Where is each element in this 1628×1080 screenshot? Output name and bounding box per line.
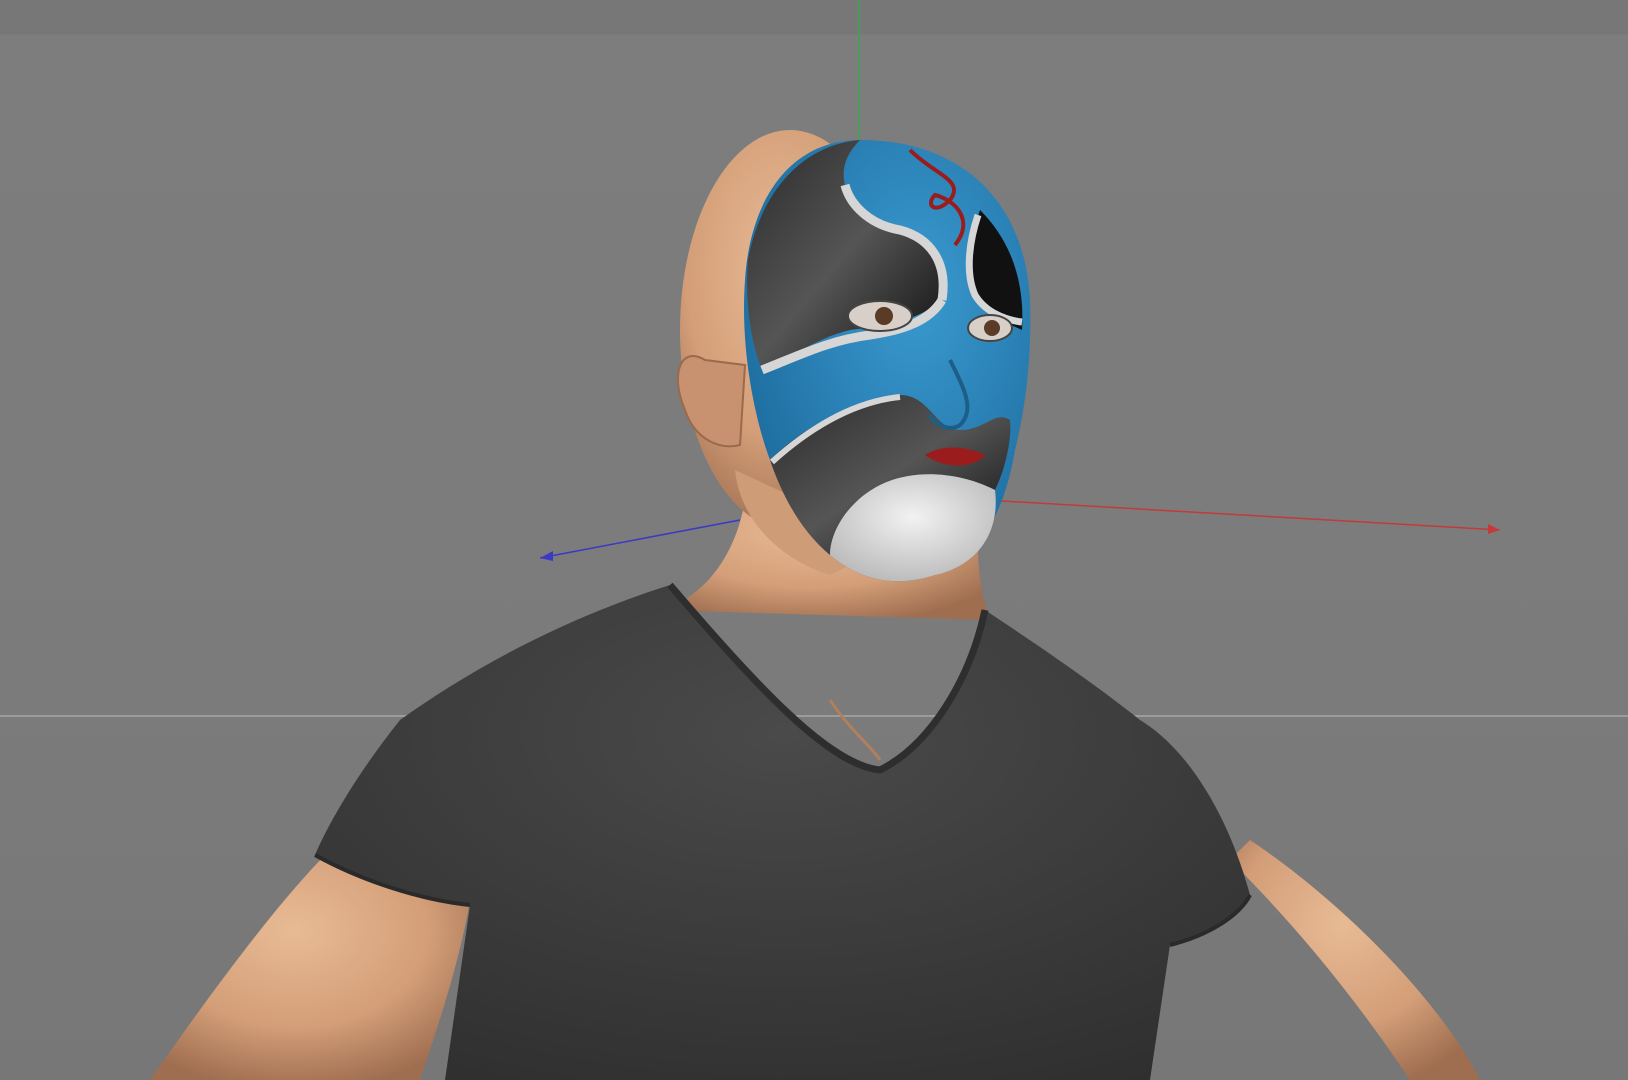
ear bbox=[676, 355, 747, 448]
z-axis-line bbox=[539, 519, 741, 559]
z-axis-arrow-icon bbox=[540, 551, 553, 561]
character-model[interactable] bbox=[150, 130, 1480, 1080]
x-axis-line bbox=[984, 499, 1501, 531]
right-arm bbox=[1230, 840, 1480, 1080]
right-iris bbox=[984, 320, 1000, 336]
viewport-canvas[interactable] bbox=[0, 0, 1628, 1080]
x-axis-arrow-icon bbox=[1488, 524, 1500, 534]
t-shirt bbox=[315, 585, 1250, 1080]
3d-viewport[interactable] bbox=[0, 0, 1628, 1080]
left-iris bbox=[875, 307, 893, 325]
